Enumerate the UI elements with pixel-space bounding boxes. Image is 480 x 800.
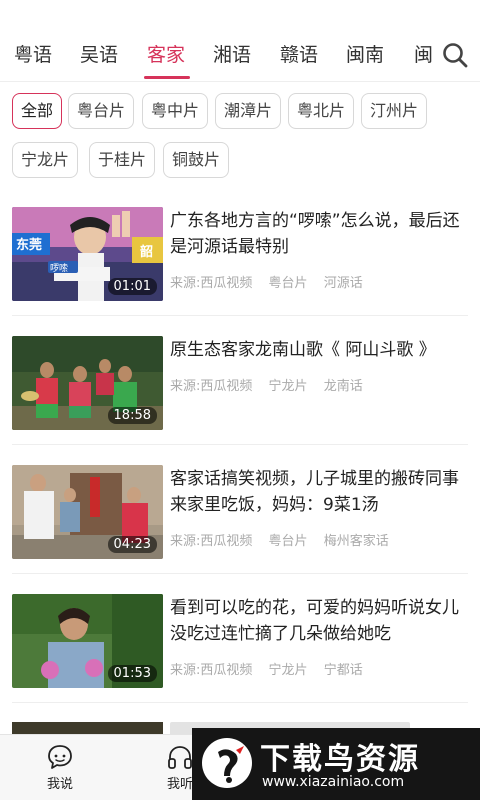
video-duration: 04:23: [107, 536, 157, 553]
chip-yuebei[interactable]: 粤北片: [288, 93, 355, 129]
video-tag-dialect[interactable]: 龙南话: [324, 379, 363, 394]
tab-cantonese[interactable]: 粤语: [14, 40, 52, 67]
thumb-badge: 啰嗦: [50, 262, 68, 274]
divider: [12, 444, 468, 445]
divider: [12, 702, 468, 703]
bird-logo-icon: [202, 738, 252, 788]
speech-bubble-icon: [48, 745, 72, 769]
video-title[interactable]: 看到可以吃的花，可爱的妈妈听说女儿没吃过连忙摘了几朵做给她吃: [170, 595, 470, 647]
video-duration: 01:01: [107, 278, 157, 295]
video-meta: 来源:西瓜视频 宁龙片 龙南话: [170, 375, 375, 394]
video-duration: 01:53: [107, 665, 157, 682]
dialect-tab-bar: 粤语 吴语 客家 湘语 赣语 闽南 闽: [0, 0, 480, 82]
watermark-title: 下载鸟资源: [260, 742, 420, 777]
video-tag-dialect[interactable]: 梅州客家话: [324, 534, 389, 549]
video-title[interactable]: 客家话搞笑视频，儿子城里的搬砖同事来家里吃饭，妈妈：9菜1汤: [170, 466, 470, 518]
video-item[interactable]: 01:53 看到可以吃的花，可爱的妈妈听说女儿没吃过连忙摘了几朵做给她吃 来源:…: [0, 575, 480, 703]
video-title[interactable]: 原生态客家龙南山歌《 阿山斗歌 》: [170, 337, 470, 363]
tab-wu[interactable]: 吴语: [80, 40, 118, 67]
chip-all[interactable]: 全部: [12, 93, 63, 129]
video-thumbnail[interactable]: 04:23: [12, 465, 163, 559]
thumb-side-text: 韶: [140, 244, 153, 260]
divider: [12, 573, 468, 574]
video-tag-subdialect[interactable]: 粤台片: [269, 534, 308, 549]
video-tag-dialect[interactable]: 河源话: [324, 276, 363, 291]
video-source: 来源:西瓜视频: [170, 534, 253, 549]
video-source: 来源:西瓜视频: [170, 379, 253, 394]
chip-yuetai[interactable]: 粤台片: [68, 93, 135, 129]
chip-ninglong[interactable]: 宁龙片: [12, 142, 79, 178]
video-tag-subdialect[interactable]: 宁龙片: [269, 663, 308, 678]
tab-gan[interactable]: 赣语: [280, 40, 318, 67]
video-item[interactable]: 东莞 韶 啰嗦 01:01 广东各地方言的“啰嗦”怎么说，最后还是河源话最特别 …: [0, 188, 480, 316]
watermark-url: www.xiazainiao.com: [262, 774, 405, 790]
chip-chaozhang[interactable]: 潮漳片: [215, 93, 282, 129]
tab-hakka[interactable]: 客家: [147, 40, 185, 67]
video-source: 来源:西瓜视频: [170, 663, 253, 678]
video-item[interactable]: 18:58 原生态客家龙南山歌《 阿山斗歌 》 来源:西瓜视频 宁龙片 龙南话: [0, 317, 480, 445]
divider: [12, 315, 468, 316]
chip-tingzhou[interactable]: 汀州片: [361, 93, 428, 129]
chip-tonggu[interactable]: 铜鼓片: [163, 142, 230, 178]
video-tag-subdialect[interactable]: 宁龙片: [269, 379, 308, 394]
video-item[interactable]: 04:23 客家话搞笑视频，儿子城里的搬砖同事来家里吃饭，妈妈：9菜1汤 来源:…: [0, 446, 480, 574]
nav-label-speak: 我说: [46, 777, 73, 792]
headphones-icon: [168, 746, 192, 769]
search-icon[interactable]: [442, 42, 468, 68]
active-tab-indicator: [144, 76, 190, 79]
tab-minnan[interactable]: 闽南: [346, 40, 384, 67]
video-duration: 18:58: [107, 407, 157, 424]
watermark: 下载鸟资源 www.xiazainiao.com: [192, 728, 480, 800]
video-thumbnail[interactable]: 18:58: [12, 336, 163, 430]
chip-yugui[interactable]: 于桂片: [89, 142, 156, 178]
video-source: 来源:西瓜视频: [170, 276, 253, 291]
chip-yuezhong[interactable]: 粤中片: [142, 93, 209, 129]
video-meta: 来源:西瓜视频 宁龙片 宁都话: [170, 659, 375, 678]
tab-min[interactable]: 闽: [414, 40, 433, 67]
video-meta: 来源:西瓜视频 粤台片 梅州客家话: [170, 530, 401, 549]
video-tag-dialect[interactable]: 宁都话: [324, 663, 363, 678]
tab-xiang[interactable]: 湘语: [213, 40, 251, 67]
nav-item-speak[interactable]: 我说: [20, 739, 100, 792]
video-thumbnail[interactable]: 01:53: [12, 594, 163, 688]
video-meta: 来源:西瓜视频 粤台片 河源话: [170, 272, 375, 291]
video-thumbnail[interactable]: 东莞 韶 啰嗦 01:01: [12, 207, 163, 301]
video-tag-subdialect[interactable]: 粤台片: [269, 276, 308, 291]
video-title[interactable]: 广东各地方言的“啰嗦”怎么说，最后还是河源话最特别: [170, 208, 470, 260]
thumb-caption: 东莞: [16, 237, 42, 253]
